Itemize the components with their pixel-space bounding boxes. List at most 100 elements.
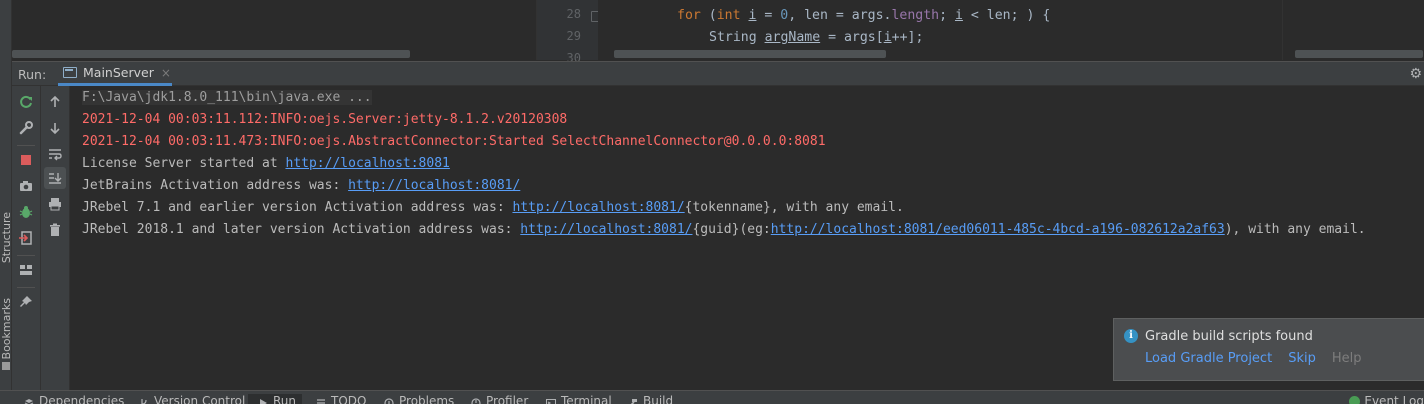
- console-text: ), with any email.: [1224, 222, 1366, 237]
- info-icon: i: [1124, 329, 1138, 343]
- profiler-icon: [471, 397, 481, 404]
- help-link[interactable]: Help: [1332, 351, 1362, 366]
- editor-area: 28 29 30 for (int i = 0, len = args.leng…: [12, 0, 1424, 65]
- bug-icon: [19, 206, 33, 218]
- bookmarks-tab[interactable]: Bookmarks: [0, 298, 13, 371]
- gear-icon[interactable]: ⚙: [1409, 66, 1422, 82]
- console-link[interactable]: http://localhost:8081: [286, 156, 450, 171]
- console-link[interactable]: http://localhost:8081/: [348, 178, 520, 193]
- tab-label: Dependencies: [39, 394, 125, 404]
- skip-link[interactable]: Skip: [1288, 351, 1316, 366]
- event-log-label: Event Log: [1364, 394, 1424, 404]
- run-window-title: Run:: [18, 67, 47, 82]
- layout-button[interactable]: [15, 259, 37, 281]
- console-text: JetBrains Activation address was:: [82, 178, 349, 193]
- console-line: License Server started at http://localho…: [82, 153, 450, 175]
- console-line: 2021-12-04 00:03:11.473:INFO:oejs.Abstra…: [82, 134, 826, 149]
- toolbar-separator: [17, 255, 35, 256]
- console-link[interactable]: http://localhost:8081/: [512, 200, 684, 215]
- toolbar-separator: [17, 287, 35, 288]
- problems-icon: [384, 397, 394, 404]
- trash-icon: [50, 223, 60, 236]
- dump-threads-button[interactable]: [15, 175, 37, 197]
- modify-run-config-button[interactable]: [15, 117, 37, 139]
- wrench-icon: [19, 121, 33, 135]
- pin-icon: [20, 296, 32, 307]
- event-log-button[interactable]: Event Log: [1349, 394, 1424, 404]
- line-number: 28: [566, 7, 581, 21]
- arrow-down-icon: [50, 123, 60, 135]
- tab-todo[interactable]: TODO: [316, 394, 366, 404]
- tab-build[interactable]: Build: [628, 394, 673, 404]
- console-tab-icon: [63, 67, 77, 78]
- close-tab-icon[interactable]: ×: [161, 66, 171, 80]
- console-line: F:\Java\jdk1.8.0_111\bin\java.exe ...: [82, 87, 372, 109]
- toolbar-separator: [17, 145, 35, 146]
- console-text: {tokenname}, with any email.: [684, 200, 904, 215]
- structure-tab[interactable]: Structure: [0, 212, 13, 264]
- editor-right-scrollbar[interactable]: [1295, 50, 1423, 58]
- tab-label: Run: [273, 394, 297, 404]
- scroll-up-button[interactable]: [44, 91, 66, 113]
- tab-dependencies[interactable]: Dependencies: [24, 394, 124, 404]
- bookmarks-tab-label: Bookmarks: [0, 298, 13, 360]
- editor-right-pane: [1282, 0, 1424, 60]
- console-link[interactable]: http://localhost:8081/: [520, 222, 692, 237]
- camera-icon: [20, 181, 32, 191]
- editor-left-pane: [12, 0, 532, 60]
- branch-icon: [139, 397, 149, 404]
- event-log-icon: [1349, 395, 1361, 404]
- tab-label: TODO: [331, 394, 367, 404]
- gradle-notification: i Gradle build scripts found Load Gradle…: [1113, 318, 1424, 381]
- code-line-29: String argName = args[i++];: [709, 30, 924, 45]
- soft-wrap-button[interactable]: [44, 143, 66, 165]
- list-icon: [316, 397, 326, 404]
- tab-version-control[interactable]: Version Control: [139, 394, 245, 404]
- tab-mainserver[interactable]: MainServer ×: [58, 62, 172, 86]
- load-gradle-project-link[interactable]: Load Gradle Project: [1145, 351, 1272, 366]
- tab-problems[interactable]: Problems: [384, 394, 454, 404]
- tab-label: Terminal: [561, 394, 612, 404]
- tab-mainserver-label: MainServer: [83, 65, 154, 80]
- console-line: JRebel 2018.1 and later version Activati…: [82, 219, 1366, 241]
- printer-icon: [49, 198, 61, 211]
- tab-label: Profiler: [486, 394, 529, 404]
- dependencies-icon: [24, 397, 34, 404]
- console-text: {guid}(eg:: [692, 222, 771, 237]
- structure-tab-label: Structure: [0, 212, 13, 264]
- console-text: JRebel 2018.1 and later version Activati…: [82, 222, 521, 237]
- play-icon: [258, 397, 268, 404]
- rerun-button[interactable]: [15, 91, 37, 113]
- tab-terminal[interactable]: Terminal: [546, 394, 612, 404]
- tab-label: Problems: [399, 394, 455, 404]
- console-line: 2021-12-04 00:03:11.112:INFO:oejs.Server…: [82, 112, 568, 127]
- stop-button[interactable]: [15, 149, 37, 171]
- clear-all-button[interactable]: [44, 219, 66, 241]
- scroll-down-button[interactable]: [44, 117, 66, 139]
- debug-button[interactable]: [15, 201, 37, 223]
- run-toolbar-secondary: [41, 86, 70, 390]
- notification-actions: Load Gradle Project Skip Help: [1145, 351, 1361, 366]
- run-window-header: Run: MainServer × ⚙: [12, 61, 1424, 86]
- exit-button[interactable]: [15, 227, 37, 249]
- stop-icon: [21, 155, 31, 165]
- tab-run[interactable]: Run: [248, 394, 303, 404]
- scroll-to-end-button[interactable]: [44, 167, 66, 189]
- code-line-28: for (int i = 0, len = args.length; i < l…: [677, 8, 1051, 23]
- editor-left-scrollbar[interactable]: [12, 50, 410, 58]
- editor-code[interactable]: for (int i = 0, len = args.length; i < l…: [598, 0, 1280, 60]
- terminal-icon: [546, 397, 556, 404]
- console-link[interactable]: http://localhost:8081/eed06011-485c-4bcd…: [771, 222, 1225, 237]
- tab-profiler[interactable]: Profiler: [471, 394, 528, 404]
- print-button[interactable]: [44, 193, 66, 215]
- editor-code-scrollbar[interactable]: [614, 50, 886, 58]
- layout-icon: [20, 265, 32, 275]
- pin-tab-button[interactable]: [15, 291, 37, 313]
- exit-icon: [19, 231, 32, 245]
- hammer-icon: [628, 397, 638, 404]
- console-line: JRebel 7.1 and earlier version Activatio…: [82, 197, 904, 219]
- editor-gutter: 28 29 30: [536, 0, 600, 65]
- scroll-to-end-icon: [49, 173, 62, 184]
- line-number: 29: [566, 29, 581, 43]
- tab-label: Build: [643, 394, 674, 404]
